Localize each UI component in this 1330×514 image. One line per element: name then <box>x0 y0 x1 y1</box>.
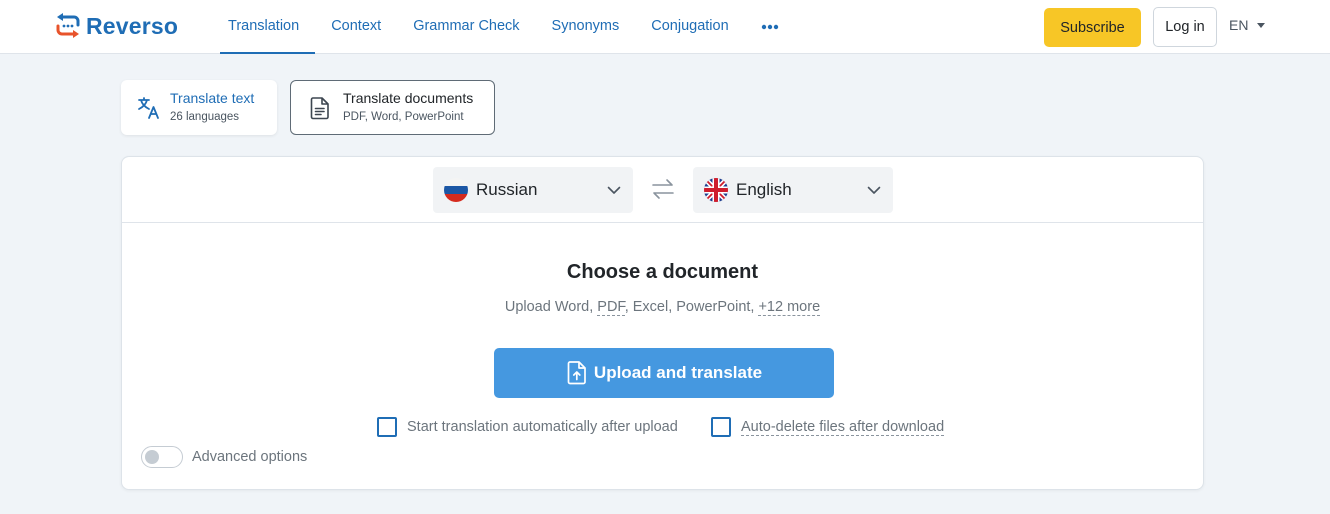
nav-grammar-check[interactable]: Grammar Check <box>397 0 535 54</box>
target-language-name: English <box>736 180 792 199</box>
subscribe-button[interactable]: Subscribe <box>1044 8 1141 47</box>
swap-languages-button[interactable] <box>651 177 675 206</box>
caret-down-icon <box>1257 22 1266 28</box>
document-icon <box>307 95 333 121</box>
formats-pdf-link[interactable]: PDF <box>597 299 625 316</box>
advanced-options-toggle[interactable] <box>141 446 183 468</box>
formats-middle: , Excel, PowerPoint, <box>624 299 759 315</box>
nav-more-button[interactable] <box>745 0 795 54</box>
tab-translate-documents-title: Translate documents <box>343 90 474 106</box>
auto-delete-checkbox[interactable] <box>711 417 731 437</box>
auto-translate-option[interactable]: Start translation automatically after up… <box>377 417 678 437</box>
formats-more-link[interactable]: +12 more <box>758 299 821 316</box>
tab-translate-documents-subtitle: PDF, Word, PowerPoint <box>343 111 464 123</box>
source-language-select[interactable]: Russian <box>433 167 633 213</box>
tab-translate-documents[interactable]: Translate documents PDF, Word, PowerPoin… <box>290 80 495 135</box>
ui-language-selector[interactable]: EN <box>1229 17 1266 33</box>
document-translation-card: Russian English Choose a document Upload… <box>121 156 1204 490</box>
nav-conjugation[interactable]: Conjugation <box>635 0 744 54</box>
choose-document-title: Choose a document <box>566 261 759 283</box>
login-button[interactable]: Log in <box>1153 7 1217 47</box>
auto-delete-label[interactable]: Auto-delete files after download <box>741 419 945 436</box>
upload-and-translate-button[interactable]: Upload and translate <box>494 348 834 398</box>
advanced-options[interactable]: Advanced options <box>141 446 307 468</box>
russia-flag-icon <box>444 178 468 202</box>
advanced-options-label: Advanced options <box>192 449 308 465</box>
reverso-logo[interactable]: Reverso <box>54 12 178 40</box>
logo-text: Reverso <box>86 12 179 39</box>
nav-synonyms[interactable]: Synonyms <box>536 0 636 54</box>
auto-delete-option[interactable]: Auto-delete files after download <box>711 417 945 437</box>
swap-icon <box>652 179 674 199</box>
top-header: Reverso Translation Context Grammar Chec… <box>0 0 1330 54</box>
source-language-name: Russian <box>476 180 538 199</box>
upload-button-label: Upload and translate <box>593 363 763 382</box>
nav-context[interactable]: Context <box>315 0 397 54</box>
auto-translate-label: Start translation automatically after up… <box>407 419 678 435</box>
formats-prefix: Upload Word, <box>504 299 598 315</box>
uk-flag-icon <box>704 178 728 202</box>
nav-translation[interactable]: Translation <box>212 0 316 54</box>
language-bar: Russian English <box>122 157 1203 223</box>
file-upload-icon <box>566 360 588 386</box>
tab-translate-text[interactable]: Translate text 26 languages <box>121 80 277 135</box>
supported-formats-text: Upload Word, PDF, Excel, PowerPoint, +12… <box>122 299 1203 316</box>
translate-icon <box>136 95 162 121</box>
toggle-knob <box>145 450 159 464</box>
tab-translate-text-title: Translate text <box>170 90 255 106</box>
tab-translate-text-subtitle: 26 languages <box>170 111 240 123</box>
main-nav: Translation Context Grammar Check Synony… <box>212 0 795 54</box>
auto-translate-checkbox[interactable] <box>377 417 397 437</box>
ui-language-label: EN <box>1229 17 1249 33</box>
target-language-select[interactable]: English <box>693 167 893 213</box>
chevron-down-icon <box>867 186 881 194</box>
reverso-logo-icon <box>56 13 80 38</box>
chevron-down-icon <box>607 186 621 194</box>
more-horizontal-icon <box>761 24 778 30</box>
